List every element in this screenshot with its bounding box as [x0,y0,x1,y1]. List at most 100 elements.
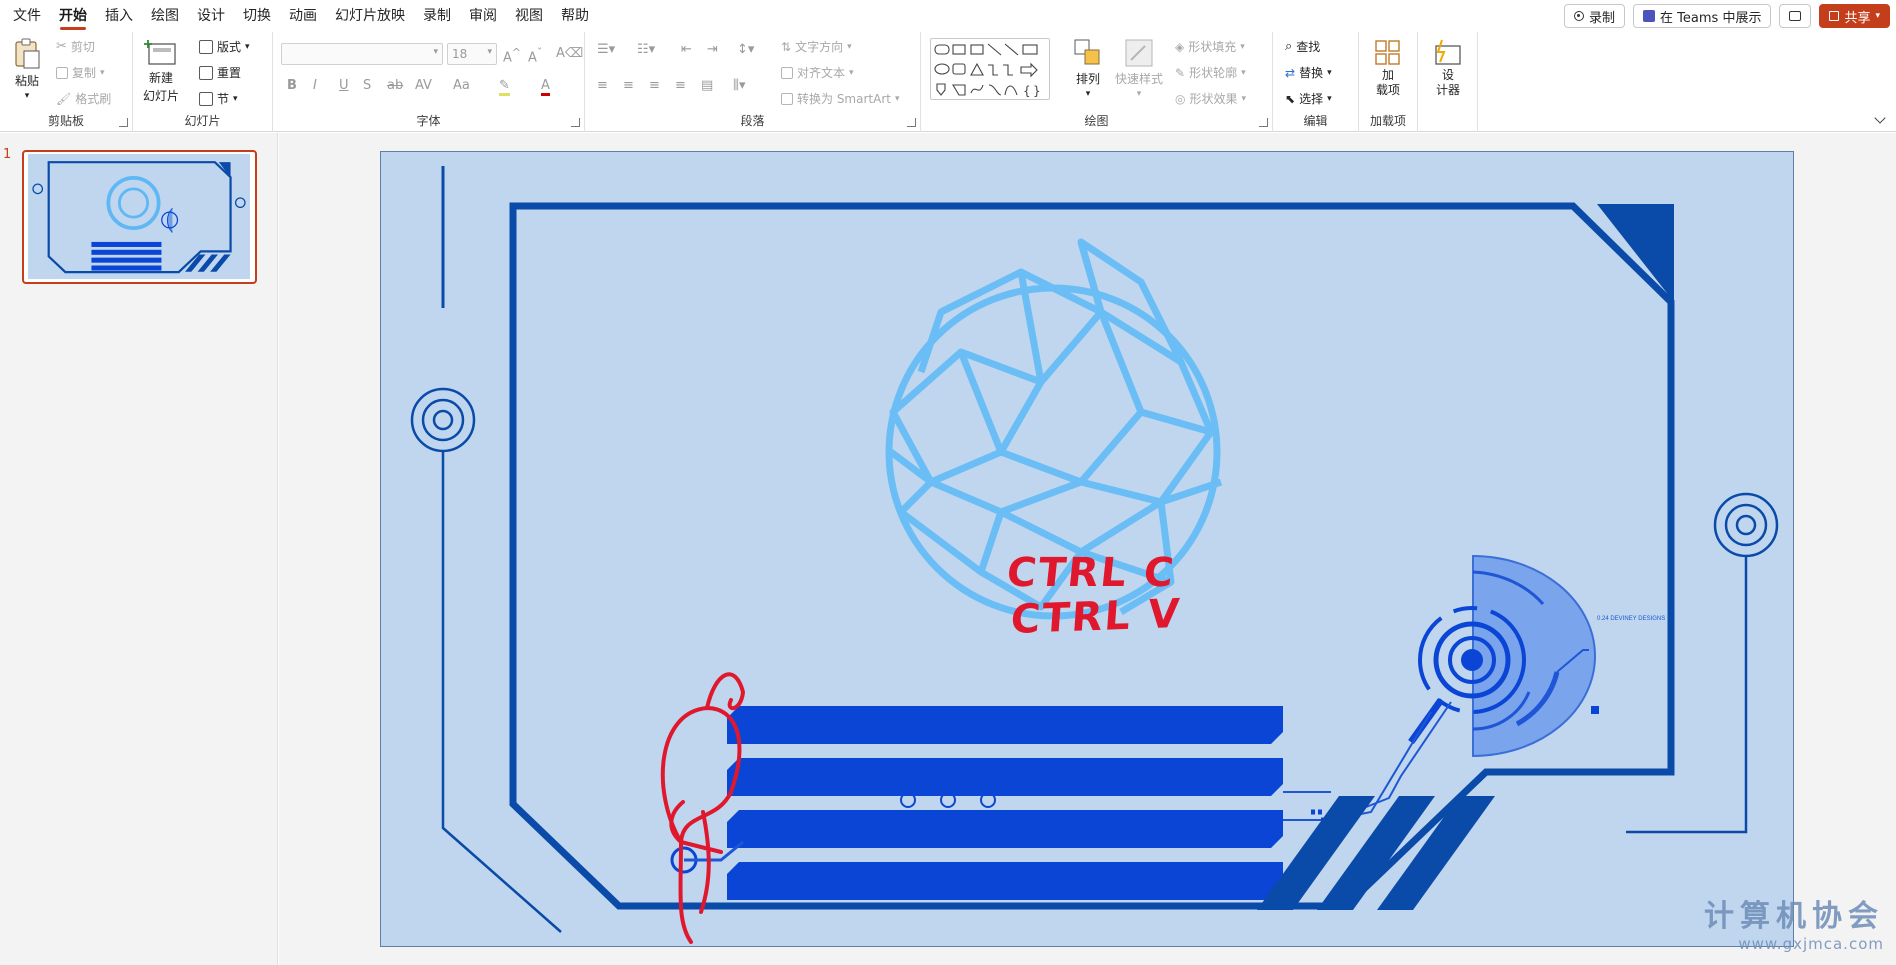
copy-button[interactable]: 复制 ▾ [56,64,105,81]
tab-review[interactable]: 审阅 [460,0,506,32]
distributed-icon[interactable]: ▤ [701,78,713,93]
hud-caption: 0.24 DEVINEY DESIGNS [1597,616,1665,622]
font-launcher-icon[interactable] [571,118,580,127]
smartart-button[interactable]: 转换为 SmartArt ▾ [781,90,900,107]
svg-text:}: } [1033,84,1041,98]
right-target-icon [1713,492,1779,558]
italic-icon[interactable]: I [313,78,317,93]
addins-button[interactable]: 加 载项 [1373,38,1403,98]
decrease-font-icon[interactable]: Aˇ [528,46,542,65]
group-label-editing: 编辑 [1303,114,1328,128]
quick-styles-button[interactable]: 快速样式 ▾ [1115,38,1163,99]
chevron-down-icon: ▾ [1875,11,1880,21]
clear-format-icon[interactable]: A⌫ [556,46,583,61]
shapes-gallery[interactable]: { } [930,38,1050,100]
bullets-icon[interactable]: ☰▾ [597,42,615,57]
chevron-down-icon: ▾ [1327,67,1332,78]
font-color-icon[interactable]: A [541,78,550,96]
present-in-teams-button[interactable]: 在 Teams 中展示 [1633,4,1772,28]
chevron-down-icon: ▾ [487,47,492,57]
align-center-icon[interactable]: ≡ [623,78,634,93]
smartart-icon [781,92,793,105]
shape-effects-button[interactable]: ◎ 形状效果 ▾ [1175,90,1246,107]
font-name-combo[interactable]: ▾ [281,43,443,65]
tab-home[interactable]: 开始 [50,0,96,32]
increase-indent-icon[interactable]: ⇥ [707,42,718,57]
paragraph-launcher-icon[interactable] [907,118,916,127]
select-button[interactable]: ⬉ 选择 ▾ [1285,90,1332,107]
justify-icon[interactable]: ≡ [675,78,686,93]
tab-insert[interactable]: 插入 [96,0,142,32]
layout-button[interactable]: 版式 ▾ [199,38,250,55]
new-slide-icon [144,40,176,65]
record-icon [1574,11,1585,21]
tab-view[interactable]: 视图 [506,0,552,32]
align-right-icon[interactable]: ≡ [649,78,660,93]
format-painter-button[interactable]: 🖌 格式刷 [56,90,111,107]
teams-label: 在 Teams 中展示 [1660,10,1762,26]
tab-transitions[interactable]: 切换 [234,0,280,32]
text-direction-button[interactable]: ⇅ 文字方向 ▾ [781,38,852,55]
cut-button[interactable]: ✂ 剪切 [56,38,95,55]
replace-button[interactable]: ⇄ 替换 ▾ [1285,64,1332,81]
align-text-button[interactable]: 对齐文本 ▾ [781,64,854,81]
arrange-button[interactable]: 排列 ▾ [1073,38,1103,99]
tab-draw[interactable]: 绘图 [142,0,188,32]
share-label: 共享 [1844,10,1871,26]
slide-canvas: 0.24 DEVINEY DESIGNS CTRL C CTRL V 计算机协会… [279,133,1896,965]
columns-icon[interactable]: ⫼▾ [733,78,746,93]
ink-text-ctrl-c[interactable]: CTRL C [1005,550,1178,596]
align-left-icon[interactable]: ≡ [597,78,608,93]
clipboard-launcher-icon[interactable] [119,118,128,127]
font-size-combo[interactable]: 18 ▾ [447,43,497,65]
bold-icon[interactable]: B [287,78,297,93]
menu-tabs: 文件 开始 插入 绘图 设计 切换 动画 幻灯片放映 录制 审阅 视图 帮助 [0,0,598,32]
record-button[interactable]: 录制 [1564,4,1626,28]
designer-button[interactable]: 设 计器 [1432,38,1464,98]
new-slide-label-1: 新建 [149,71,174,85]
section-label: 节 [217,92,230,106]
numbering-icon[interactable]: ☷▾ [637,42,655,57]
tab-slideshow[interactable]: 幻灯片放映 [326,0,414,32]
increase-font-icon[interactable]: A^ [503,46,521,65]
highlight-icon[interactable]: ✎ [499,78,510,96]
line-spacing-icon[interactable]: ↕▾ [737,42,754,57]
shape-outline-button[interactable]: ✎ 形状轮廓 ▾ [1175,64,1246,81]
paste-button[interactable]: 粘贴 ▾ [12,38,42,101]
comments-button[interactable] [1779,4,1812,28]
smartart-label: 转换为 SmartArt [797,92,891,106]
scissors-icon: ✂ [56,39,67,54]
slide-editor[interactable]: 0.24 DEVINEY DESIGNS CTRL C CTRL V [380,151,1794,947]
section-button[interactable]: 节 ▾ [199,90,238,107]
tab-record[interactable]: 录制 [414,0,460,32]
tab-file[interactable]: 文件 [4,0,50,32]
strikethrough-icon[interactable]: ab [387,78,403,93]
group-label-font: 字体 [416,114,441,128]
share-icon [1829,11,1840,21]
bar-1 [727,706,1283,744]
arrange-label: 排列 [1075,72,1100,86]
tab-design[interactable]: 设计 [188,0,234,32]
tab-help[interactable]: 帮助 [552,0,598,32]
menu-bar: 文件 开始 插入 绘图 设计 切换 动画 幻灯片放映 录制 审阅 视图 帮助 录… [0,0,1896,32]
char-spacing-icon[interactable]: AV [415,78,432,93]
ribbon-collapse-chevron-icon[interactable] [1874,112,1886,124]
watermark-text: 计算机协会 [1704,899,1884,934]
find-button[interactable]: ⌕ 查找 [1285,38,1320,55]
ink-text-ctrl-v[interactable]: CTRL V [1009,591,1183,643]
decrease-indent-icon[interactable]: ⇤ [681,42,692,57]
topbar-actions: 录制 在 Teams 中展示 共享 ▾ [1564,4,1890,28]
chevron-down-icon: ▾ [1240,41,1245,52]
slide-thumbnail[interactable] [22,150,257,284]
shadow-icon[interactable]: S [363,78,371,93]
group-font: ▾ 18 ▾ A^ Aˇ A⌫ B I U S ab AV Aa ✎ A 字体 [273,32,585,132]
new-slide-button[interactable]: 新建 幻灯片 [143,38,179,104]
underline-icon[interactable]: U [339,78,349,93]
tab-animations[interactable]: 动画 [280,0,326,32]
layout-icon [199,39,213,54]
share-button[interactable]: 共享 ▾ [1819,4,1890,28]
change-case-icon[interactable]: Aa [453,78,470,93]
reset-button[interactable]: 重置 [199,64,241,81]
drawing-launcher-icon[interactable] [1259,118,1268,127]
shape-fill-button[interactable]: ◈ 形状填充 ▾ [1175,38,1245,55]
